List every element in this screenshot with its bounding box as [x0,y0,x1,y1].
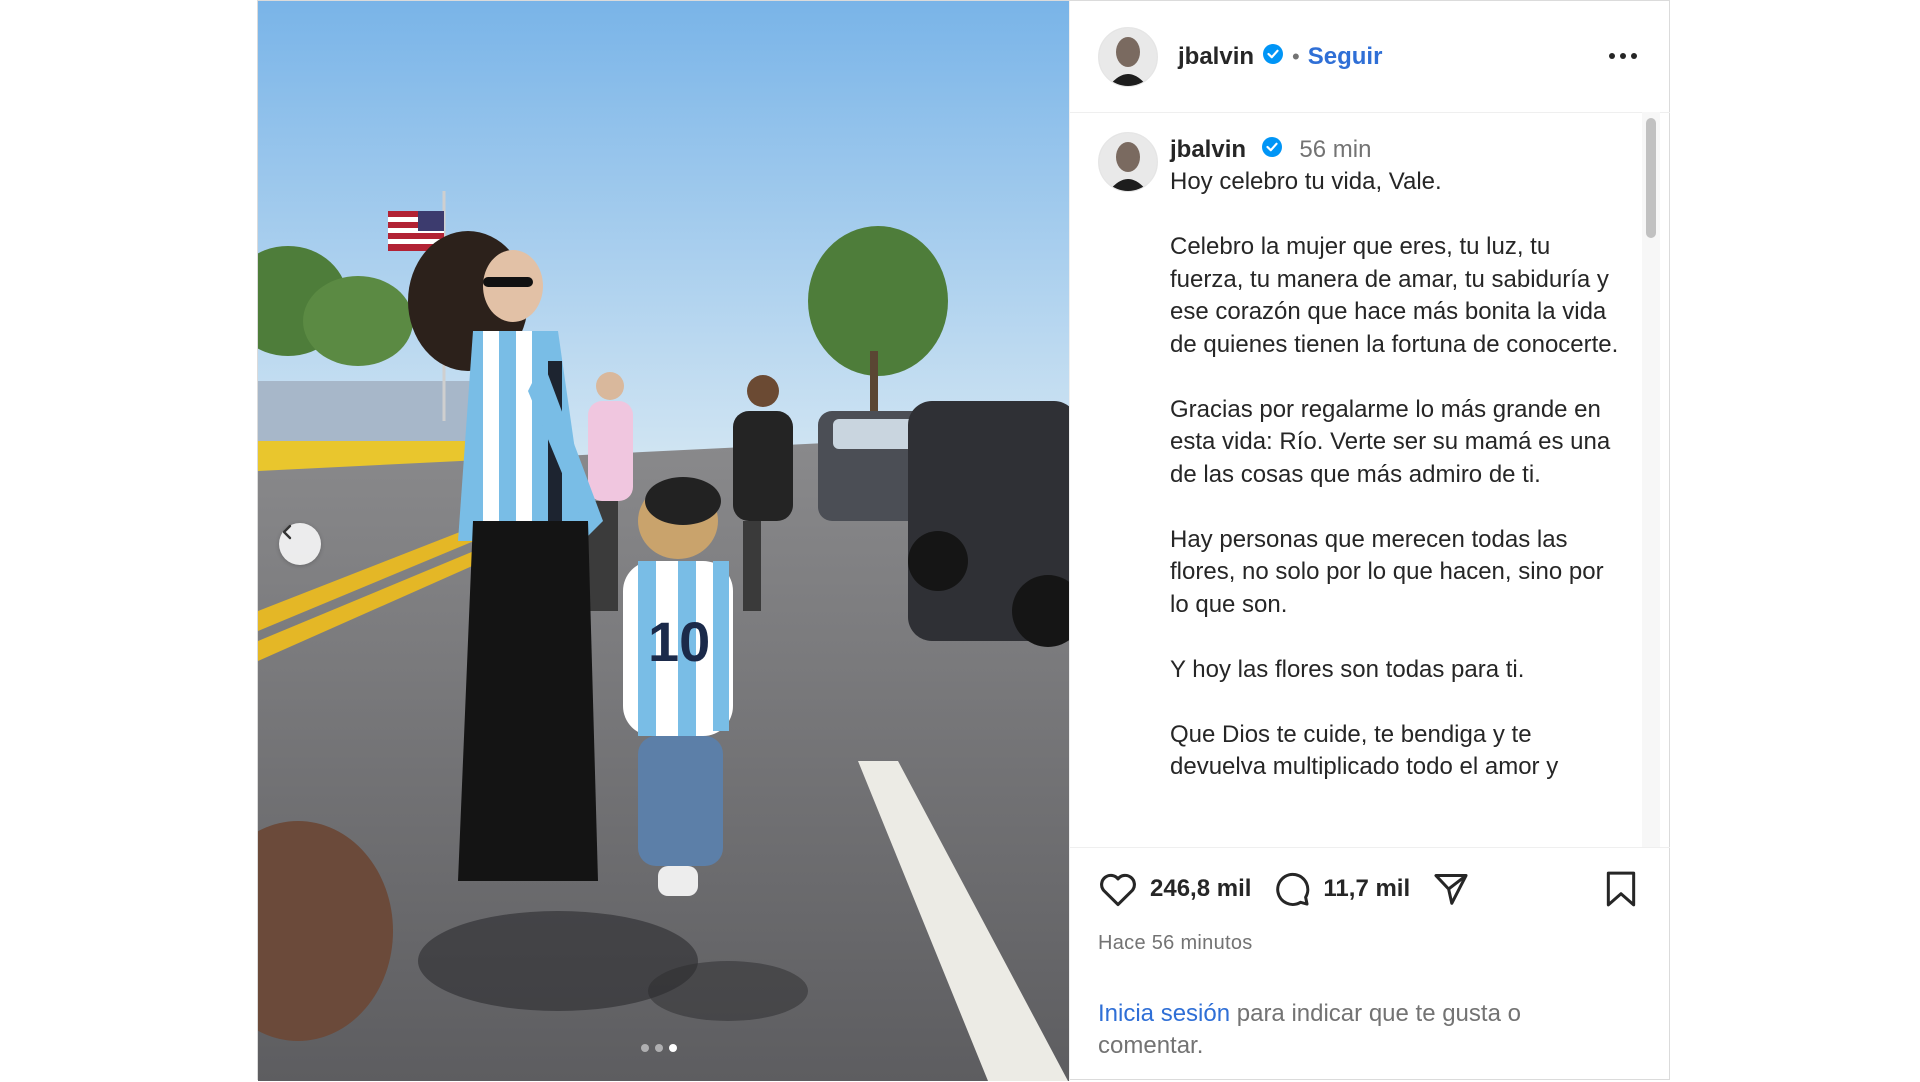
bookmark-icon [1606,871,1636,907]
share-button[interactable] [1432,870,1470,908]
save-button[interactable] [1604,870,1638,913]
scrollbar-thumb[interactable] [1646,118,1656,238]
post-sidebar: jbalvin • Seguir jbalvin 56 min Hoy cele… [1069,1,1670,1081]
post-photo: 10 [258,1,1069,1081]
post-date[interactable]: Hace 56 minutos [1098,932,1253,955]
caption-avatar[interactable] [1098,132,1158,192]
caption-meta: jbalvin 56 min [1170,136,1371,165]
login-link[interactable]: Inicia sesión [1098,1000,1230,1027]
avatar-image [1099,133,1157,191]
header-username[interactable]: jbalvin [1178,43,1254,71]
caption-scroll-area[interactable]: jbalvin 56 min Hoy celebro tu vida, Vale… [1070,112,1670,847]
more-options-icon[interactable] [1608,47,1638,65]
chevron-left-icon [282,524,292,540]
carousel-prev-button[interactable] [279,523,321,565]
likes-count[interactable]: 246,8 mil [1150,875,1251,903]
caption-timestamp[interactable]: 56 min [1299,136,1371,163]
verified-badge-icon [1262,43,1284,70]
carousel-dot-active [669,1044,677,1052]
verified-badge-icon [1261,136,1283,165]
action-icons-row: 246,8 mil 11,7 mil [1098,870,1470,908]
post-container: 10 jbalvin • Seguir jbalvin 56 min Hoy c… [257,0,1670,1081]
comments-count[interactable]: 11,7 mil [1323,875,1410,903]
post-actions: 246,8 mil 11,7 mil Hace 56 minutos Inici… [1070,847,1670,1082]
carousel-dot [641,1044,649,1052]
comment-button[interactable] [1273,870,1311,908]
svg-text:10: 10 [648,610,710,673]
share-icon [1434,874,1468,905]
post-header: jbalvin • Seguir [1070,1,1670,113]
avatar[interactable] [1098,26,1158,87]
comment-icon [1276,872,1310,906]
follow-button[interactable]: Seguir [1308,43,1383,71]
avatar-image [1099,27,1157,86]
caption-username[interactable]: jbalvin [1170,136,1246,163]
caption-text: Hoy celebro tu vida, Vale. Celebro la mu… [1170,168,1619,780]
login-prompt: Inicia sesión para indicar que te gusta … [1098,998,1618,1062]
carousel-indicator [641,1044,677,1052]
photo-scene: 10 [258,1,1069,1081]
like-button[interactable] [1098,871,1138,907]
heart-icon [1100,873,1136,907]
carousel-dot [655,1044,663,1052]
header-separator: • [1292,43,1300,69]
